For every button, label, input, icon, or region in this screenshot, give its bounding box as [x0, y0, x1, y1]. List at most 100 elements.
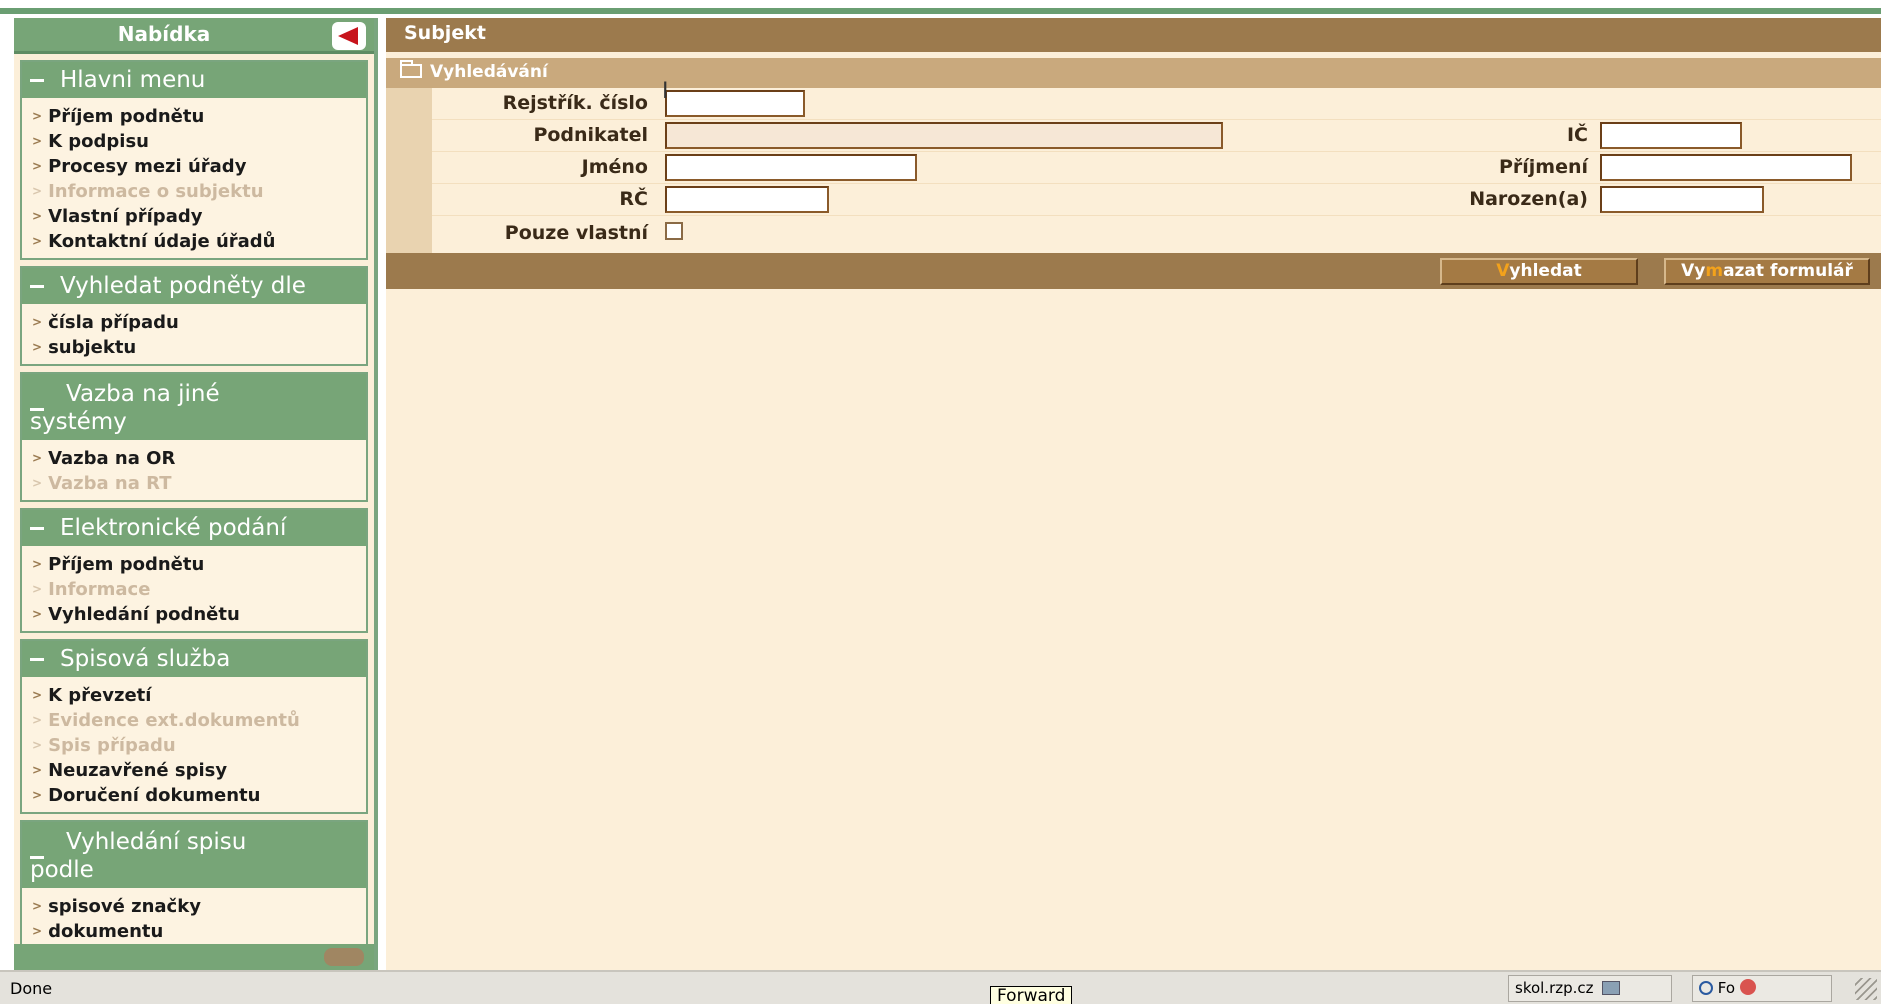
collapse-sidebar-icon[interactable]: [332, 22, 366, 50]
expand-icon[interactable]: [324, 948, 364, 966]
search-label[interactable]: Fo: [1718, 979, 1735, 997]
item-label: K podpisu: [48, 131, 149, 152]
pouze-vlastni-label: Pouze vlastní: [504, 222, 648, 244]
arrow-icon: >: [32, 763, 43, 777]
item-label: Informace o subjektu: [48, 181, 264, 202]
section-title: Hlavni menu: [60, 67, 206, 93]
minus-icon: [30, 527, 44, 530]
form-row: RČ Narozen(a): [432, 184, 1881, 216]
arrow-icon: >: [32, 315, 43, 329]
browser-status-bar: Done Forward skol.rzp.cz Fo: [0, 970, 1881, 1004]
narozen-input[interactable]: [1600, 186, 1764, 213]
section-title-line1: Vazba na jiné: [66, 381, 220, 407]
item-label: Vazba na RT: [48, 473, 172, 494]
button-label: azat formulář: [1723, 261, 1853, 281]
vymazat-formular-button[interactable]: Vymazat formulář: [1664, 258, 1870, 285]
sidebar-item-vazba-na-rt: > Vazba na RT: [32, 471, 366, 496]
form-row: Podnikatel IČ: [432, 120, 1881, 152]
section-vyhledat-podnety: Vyhledat podněty dle > čísla případu > sub…: [20, 266, 368, 366]
item-label: Příjem podnětu: [48, 106, 205, 127]
page-title: Subjekt: [386, 18, 1881, 52]
form-left-bar: [386, 88, 432, 253]
item-label: dokumentu: [48, 921, 164, 942]
rc-input[interactable]: [665, 186, 829, 213]
sidebar-item-dokumentu[interactable]: > dokumentu: [32, 919, 366, 944]
arrow-icon: >: [32, 234, 43, 248]
sidebar-item-doruceni-dokumentu[interactable]: > Doručení dokumentu: [32, 783, 366, 808]
sidebar-item-vlastni-pripady[interactable]: > Vlastní případy: [32, 204, 366, 229]
minus-icon: [30, 408, 44, 411]
sidebar-item-prijem-podnetu[interactable]: > Příjem podnětu: [32, 104, 366, 129]
prijmeni-input[interactable]: [1600, 154, 1852, 181]
section-header[interactable]: Vyhledat podněty dle: [22, 268, 366, 304]
item-label: subjektu: [48, 337, 137, 358]
sidebar-item-prijem-podnetu-el[interactable]: > Příjem podnětu: [32, 552, 366, 577]
sidebar-item-informace: > Informace: [32, 577, 366, 602]
sidebar-item-vazba-na-or[interactable]: > Vazba na OR: [32, 446, 366, 471]
section-header[interactable]: Spisová služba: [22, 641, 366, 677]
jmeno-input[interactable]: [665, 154, 917, 181]
panel-title: Vyhledávání: [430, 62, 548, 82]
accent-letter: m: [1705, 261, 1724, 281]
section-title-line2: podle: [30, 857, 94, 883]
arrow-icon: >: [32, 924, 43, 938]
section-header[interactable]: Vazba na jiné systémy: [22, 374, 366, 440]
minus-icon: [30, 79, 44, 82]
arrow-icon: >: [32, 340, 43, 354]
section-header[interactable]: Vyhledání spisu podle: [22, 822, 366, 888]
arrow-icon: >: [32, 476, 43, 490]
resize-grip-icon[interactable]: [1855, 978, 1877, 1000]
sidebar-item-kontaktni-udaje[interactable]: > Kontaktní údaje úřadů: [32, 229, 366, 254]
arrow-icon: >: [32, 557, 43, 571]
sidebar-item-k-podpisu[interactable]: > K podpisu: [32, 129, 366, 154]
sidebar-item-k-prevzeti[interactable]: > K převzetí: [32, 683, 366, 708]
podnikatel-input[interactable]: [665, 122, 1223, 149]
section-header[interactable]: Elektronické podání: [22, 510, 366, 546]
ic-label: IČ: [1566, 124, 1588, 146]
sidebar-item-informace-o-subjektu: > Informace o subjektu: [32, 179, 366, 204]
arrow-icon: >: [32, 184, 43, 198]
arrow-icon: >: [32, 451, 43, 465]
item-label: Vyhledání podnětu: [48, 604, 240, 625]
item-label: spisové značky: [48, 896, 201, 917]
arrow-icon: >: [32, 738, 43, 752]
search-icon[interactable]: [1699, 981, 1713, 995]
arrow-icon: >: [32, 899, 43, 913]
pouze-vlastni-checkbox[interactable]: [665, 222, 683, 240]
rejstrik-cislo-input[interactable]: [665, 90, 805, 117]
sidebar-item-cisla-pripadu[interactable]: > čísla případu: [32, 310, 366, 335]
sidebar-item-spisove-znacky[interactable]: > spisové značky: [32, 894, 366, 919]
addon-icon[interactable]: [1739, 979, 1756, 995]
sidebar-item-procesy[interactable]: > Procesy mezi úřady: [32, 154, 366, 179]
prijmeni-label: Příjmení: [1498, 156, 1588, 178]
section-vazba-na-jine-systemy: Vazba na jiné systémy > Vazba na OR > Vazb…: [20, 372, 368, 502]
button-label: yhledat: [1509, 261, 1582, 281]
sidebar-item-subjektu[interactable]: > subjektu: [32, 335, 366, 360]
section-title-line1: Vyhledání spisu: [66, 829, 247, 855]
ic-input[interactable]: [1600, 122, 1742, 149]
item-label: Příjem podnětu: [48, 554, 205, 575]
sidebar-footer: [14, 944, 374, 970]
arrow-icon: >: [32, 688, 43, 702]
section-header[interactable]: Hlavni menu: [22, 62, 366, 98]
section-elektronicke-podani: Elektronické podání > Příjem podnětu > Inf…: [20, 508, 368, 633]
search-form: Rejstřík. číslo Podnikatel IČ Jméno Příj…: [386, 88, 1881, 253]
accent-letter: V: [1496, 261, 1510, 281]
narozen-label: Narozen(a): [1469, 188, 1588, 210]
jmeno-label: Jméno: [581, 156, 648, 178]
sidebar-menu: Nabídka Hlavni menu > Příjem podnětu > K p…: [14, 18, 378, 970]
status-text: Done: [10, 979, 53, 998]
vyhledat-button[interactable]: Vyhledat: [1440, 258, 1638, 285]
security-zone-icon: [1601, 981, 1620, 995]
section-title-line2: systémy: [30, 409, 127, 435]
sidebar-header: Nabídka: [14, 18, 374, 54]
item-label: Kontaktní údaje úřadů: [48, 231, 276, 252]
button-bar: Vyhledat Vymazat formulář: [386, 253, 1881, 289]
section-title: Spisová služba: [60, 646, 231, 672]
section-title: Elektronické podání: [60, 515, 287, 541]
form-row: Jméno Příjmení: [432, 152, 1881, 184]
item-label: Vazba na OR: [48, 448, 176, 469]
sidebar-item-vyhledani-podnetu[interactable]: > Vyhledání podnětu: [32, 602, 366, 627]
sidebar-item-neuzavrene-spisy[interactable]: > Neuzavřené spisy: [32, 758, 366, 783]
sidebar-item-spis-pripadu: > Spis případu: [32, 733, 366, 758]
